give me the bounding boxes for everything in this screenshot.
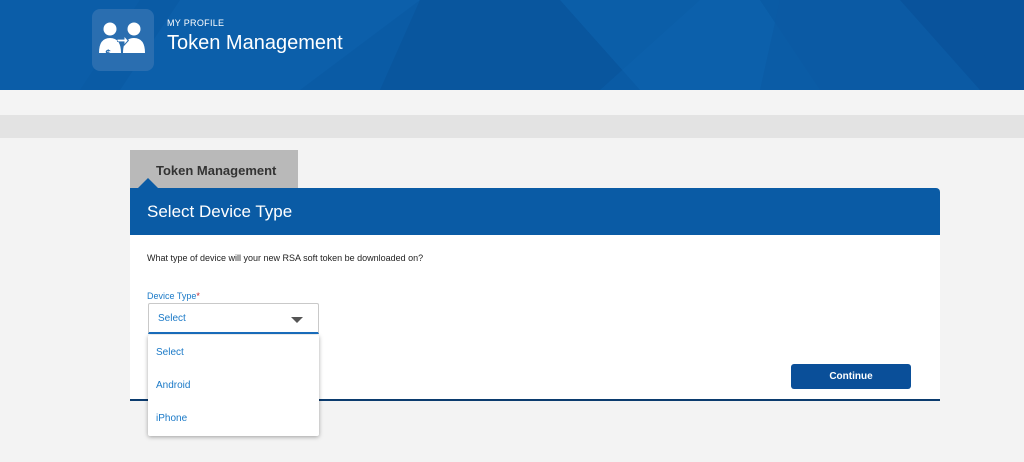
device-question: What type of device will your new RSA so…: [147, 253, 424, 263]
continue-button[interactable]: Continue: [791, 364, 911, 389]
section-eyebrow: MY PROFILE: [167, 18, 225, 28]
tab-indicator: [138, 178, 158, 188]
users-exchange-icon: $: [99, 22, 145, 59]
device-type-select[interactable]: Select: [148, 303, 319, 334]
svg-text:$: $: [105, 49, 111, 59]
subheader-strip: [0, 90, 1024, 115]
gray-divider-strip: [0, 115, 1024, 138]
device-type-selected-value: Select: [158, 313, 186, 324]
device-type-label-text: Device Type: [147, 291, 197, 301]
caret-down-icon[interactable]: [291, 317, 303, 323]
option-android[interactable]: Android: [148, 369, 319, 402]
profile-logo: $: [92, 9, 154, 71]
page-title: Token Management: [167, 32, 343, 54]
header-banner: $ MY PROFILE Token Management: [0, 0, 1024, 90]
device-type-label: Device Type*: [147, 291, 200, 301]
option-select[interactable]: Select: [148, 336, 319, 369]
option-iphone[interactable]: iPhone: [148, 402, 319, 435]
device-type-dropdown: Select Android iPhone: [148, 335, 319, 436]
required-marker: *: [196, 291, 200, 301]
panel-title: Select Device Type: [130, 188, 940, 235]
